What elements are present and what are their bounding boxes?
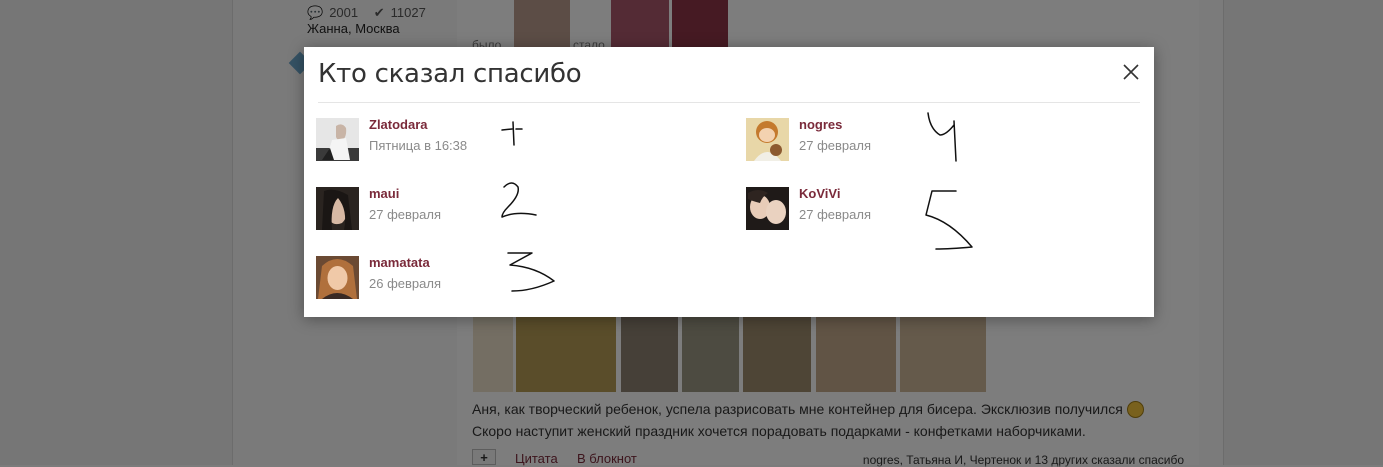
avatar[interactable] xyxy=(746,118,789,161)
thanks-date: 27 февраля xyxy=(799,207,871,222)
thanks-date: 27 февраля xyxy=(799,138,871,153)
thanks-modal: Кто сказал спасибо Zlatodara Пятница в 1… xyxy=(304,47,1154,317)
username-link[interactable]: Zlatodara xyxy=(369,117,428,132)
avatar[interactable] xyxy=(746,187,789,230)
modal-divider xyxy=(318,102,1140,103)
handwritten-number-1 xyxy=(501,121,523,146)
username-link[interactable]: KoViVi xyxy=(799,186,840,201)
close-button[interactable] xyxy=(1120,61,1142,83)
thanks-date: 27 февраля xyxy=(369,207,441,222)
handwritten-number-3 xyxy=(507,252,555,292)
modal-title: Кто сказал спасибо xyxy=(318,59,582,89)
username-link[interactable]: mamatata xyxy=(369,255,430,270)
username-link[interactable]: nogres xyxy=(799,117,842,132)
avatar[interactable] xyxy=(316,118,359,161)
handwritten-number-5 xyxy=(925,190,973,250)
thanks-date: 26 февраля xyxy=(369,276,441,291)
thanks-date: Пятница в 16:38 xyxy=(369,138,468,153)
handwritten-number-4 xyxy=(927,112,957,162)
avatar[interactable] xyxy=(316,256,359,299)
close-icon xyxy=(1123,64,1139,80)
username-link[interactable]: maui xyxy=(369,186,399,201)
handwritten-number-2 xyxy=(501,182,537,218)
avatar[interactable] xyxy=(316,187,359,230)
